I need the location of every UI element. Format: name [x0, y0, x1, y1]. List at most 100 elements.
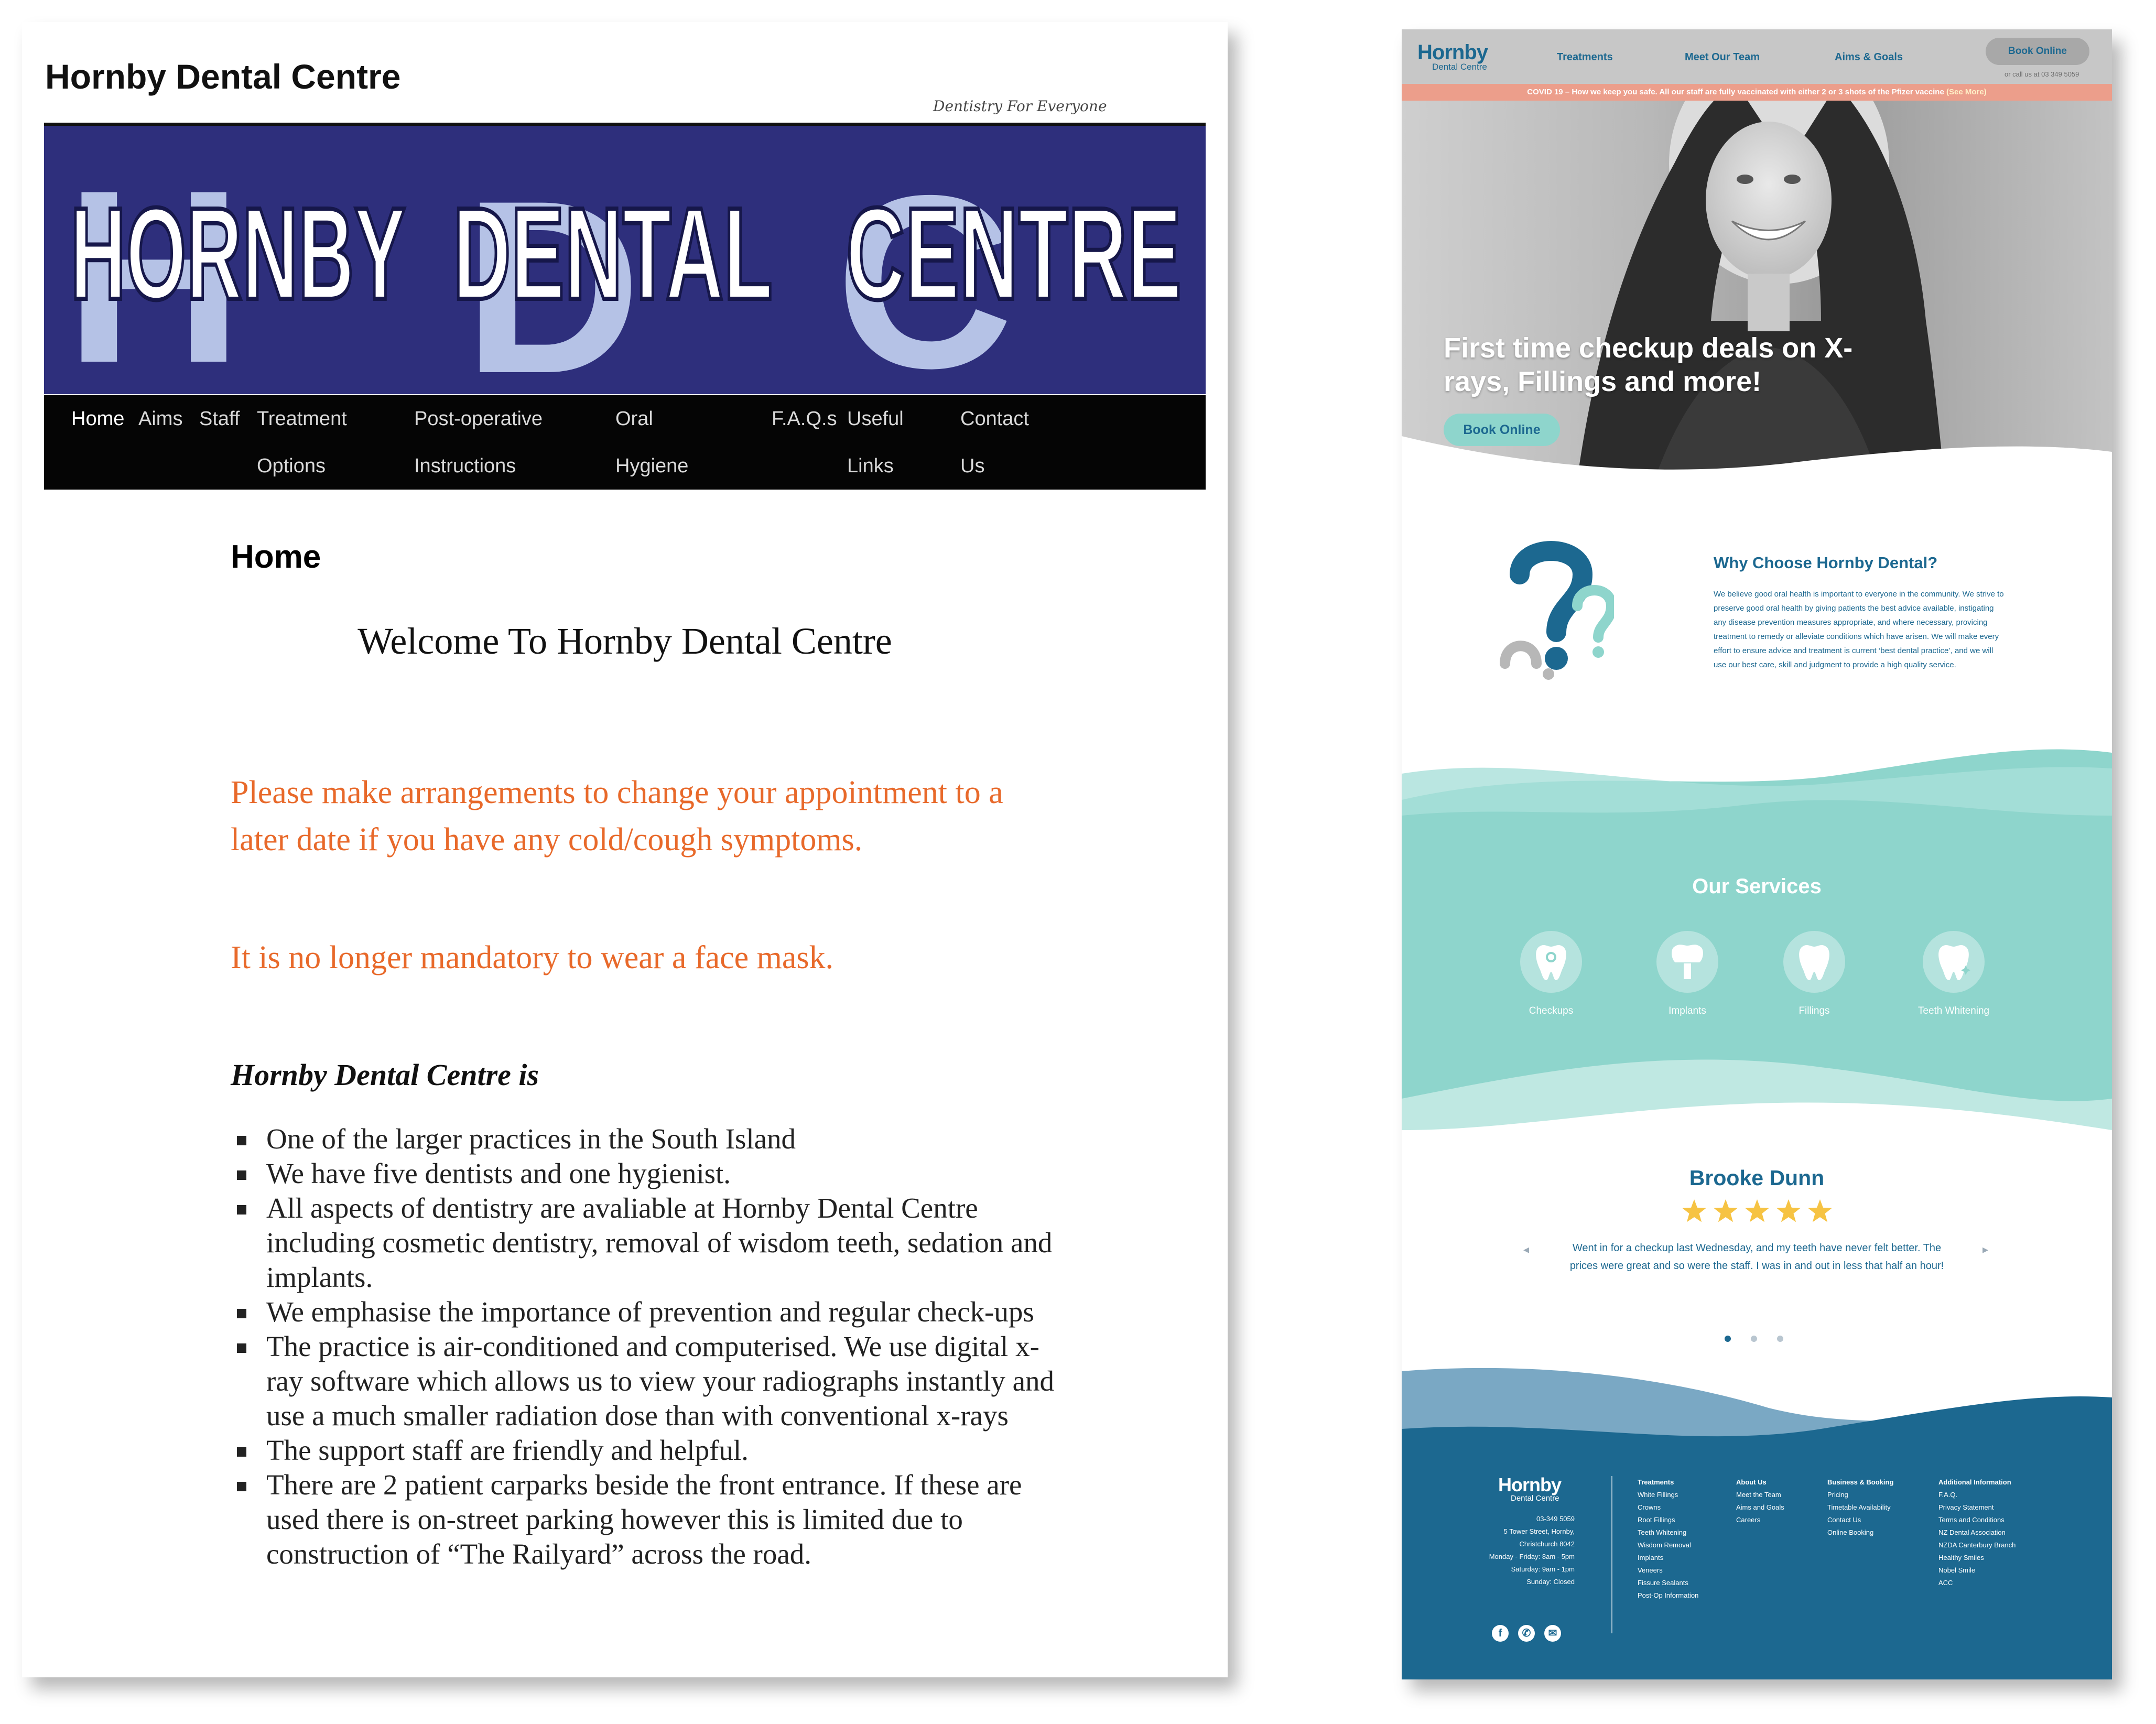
footer-link[interactable]: Nobel Smile	[1938, 1564, 2016, 1577]
list-item: The support staff are friendly and helpf…	[237, 1433, 1055, 1468]
page-heading: Home	[231, 539, 321, 575]
service-label: Implants	[1669, 1005, 1706, 1016]
footer-link[interactable]: Implants	[1638, 1552, 1698, 1564]
footer-link[interactable]: Contact Us	[1827, 1514, 1893, 1526]
nav-item-aims[interactable]: Aims	[138, 395, 182, 442]
footer-divider	[1611, 1476, 1612, 1633]
footer-col-about: About Us Meet the Team Aims and Goals Ca…	[1736, 1476, 1784, 1526]
footer-link[interactable]: Fissure Sealants	[1638, 1577, 1698, 1589]
hero-title: First time checkup deals on X-rays, Fill…	[1444, 332, 1853, 397]
welcome-heading: Welcome To Hornby Dental Centre	[357, 620, 892, 662]
nav-item-useful-links[interactable]: Useful Links	[847, 395, 904, 490]
review-next-arrow[interactable]: ▸	[1982, 1243, 1988, 1256]
tooth-checkup-icon	[1520, 931, 1582, 993]
list-item: We emphasise the importance of preventio…	[237, 1295, 1055, 1329]
logo[interactable]: Hornby	[1417, 41, 1488, 64]
star-icon	[1776, 1199, 1801, 1222]
footer-link[interactable]: Aims and Goals	[1736, 1501, 1784, 1514]
covid-see-more-link[interactable]: (See More)	[1946, 88, 1987, 96]
list-item: One of the larger practices in the South…	[237, 1122, 1055, 1156]
service-label: Teeth Whitening	[1917, 1005, 1990, 1016]
question-marks-illustration	[1500, 541, 1614, 680]
service-teeth-whitening[interactable]: Teeth Whitening	[1904, 931, 2003, 1017]
star-icon	[1745, 1199, 1769, 1222]
footer-link[interactable]: Timetable Availability	[1827, 1501, 1893, 1514]
footer-link[interactable]: Veneers	[1638, 1564, 1698, 1577]
tooth-sparkle-icon	[1923, 931, 1985, 993]
why-choose-text: We believe good oral health is important…	[1714, 590, 2004, 669]
banner-word-hornby: HORNBY	[70, 180, 406, 327]
footer-link[interactable]: Pricing	[1827, 1489, 1893, 1501]
phone-icon[interactable]: ✆	[1518, 1625, 1535, 1642]
list-item: The practice is air-conditioned and comp…	[237, 1329, 1055, 1433]
main-navigation: Home Aims Staff Treatment Options Post-op…	[44, 395, 1206, 490]
star-icon	[1682, 1199, 1706, 1222]
footer-link[interactable]: F.A.Q.	[1938, 1489, 2016, 1501]
nav-treatments[interactable]: Treatments	[1557, 51, 1613, 63]
nav-item-contact-us[interactable]: Contact Us	[960, 395, 1029, 490]
footer-col-treatments: Treatments White Fillings Crowns Root Fi…	[1638, 1476, 1698, 1602]
facebook-icon[interactable]: f	[1492, 1625, 1509, 1642]
email-icon[interactable]: ✉	[1544, 1625, 1561, 1642]
nav-item-treatment-options[interactable]: Treatment Options	[257, 395, 347, 490]
nav-item-home[interactable]: Home	[71, 395, 124, 442]
nav-item-oral-hygiene[interactable]: Oral Hygiene	[615, 395, 688, 490]
star-icon	[1808, 1199, 1832, 1222]
site-title: Hornby Dental Centre	[45, 57, 401, 96]
footer-logo-subtitle: Dental Centre	[1511, 1494, 1559, 1503]
nav-item-post-operative[interactable]: Post-operative Instructions	[414, 395, 543, 490]
banner-word-dental: DENTAL	[453, 180, 773, 327]
services-heading: Our Services	[1692, 875, 1822, 898]
call-text: or call us at 03 349 5059	[2005, 70, 2079, 78]
new-website-mockup: Hornby Dental Centre Treatments Meet Our…	[1402, 29, 2112, 1679]
service-label: Checkups	[1529, 1005, 1574, 1016]
service-checkups[interactable]: Checkups	[1501, 931, 1601, 1017]
footer-link[interactable]: Root Fillings	[1638, 1514, 1698, 1526]
covid-banner-text: COVID 19 – How we keep you safe. All our…	[1527, 88, 1944, 96]
review-rating-stars	[1682, 1199, 1832, 1222]
footer-link[interactable]: Careers	[1736, 1514, 1784, 1526]
footer-link[interactable]: ACC	[1938, 1577, 2016, 1589]
banner-logo-graphic: H D C HORNBY DENTAL CENTRE	[65, 139, 1184, 394]
tooth-implant-icon	[1656, 931, 1718, 993]
why-choose-heading: Why Choose Hornby Dental?	[1714, 554, 1938, 572]
nav-aims-goals[interactable]: Aims & Goals	[1835, 51, 1903, 63]
footer-link[interactable]: Healthy Smiles	[1938, 1552, 2016, 1564]
nav-item-staff[interactable]: Staff	[199, 395, 240, 442]
nav-meet-our-team[interactable]: Meet Our Team	[1685, 51, 1760, 63]
footer-link[interactable]: NZ Dental Association	[1938, 1526, 2016, 1539]
tooth-filling-icon	[1783, 931, 1845, 993]
covid-banner: COVID 19 – How we keep you safe. All our…	[1402, 84, 2112, 101]
footer-col-business: Business & Booking Pricing Timetable Ava…	[1827, 1476, 1893, 1539]
footer-link[interactable]: NZDA Canterbury Branch	[1938, 1539, 2016, 1552]
review-prev-arrow[interactable]: ◂	[1523, 1243, 1529, 1256]
footer-link[interactable]: Crowns	[1638, 1501, 1698, 1514]
review-text: Went in for a checkup last Wednesday, an…	[1569, 1242, 1944, 1272]
covid-notice: Please make arrangements to change your …	[231, 775, 1003, 858]
footer-link[interactable]: Teeth Whitening	[1638, 1526, 1698, 1539]
service-label: Fillings	[1799, 1005, 1830, 1016]
footer-link[interactable]: Wisdom Removal	[1638, 1539, 1698, 1552]
footer-link[interactable]: White Fillings	[1638, 1489, 1698, 1501]
review-author: Brooke Dunn	[1689, 1166, 1825, 1190]
hero-book-online-button[interactable]: Book Online	[1444, 414, 1560, 446]
list-item: All aspects of dentistry are avaliable a…	[237, 1191, 1055, 1295]
footer-link[interactable]: Post-Op Information	[1638, 1589, 1698, 1602]
footer-col-additional: Additional Information F.A.Q. Privacy St…	[1938, 1476, 2016, 1589]
nav-item-faqs[interactable]: F.A.Q.s	[772, 395, 837, 442]
site-tagline: Dentistry For Everyone	[933, 97, 1107, 115]
footer-link[interactable]: Terms and Conditions	[1938, 1514, 2016, 1526]
star-icon	[1714, 1199, 1738, 1222]
book-online-button[interactable]: Book Online	[1986, 38, 2089, 65]
mask-notice: It is no longer mandatory to wear a face…	[231, 940, 834, 975]
service-fillings[interactable]: Fillings	[1764, 931, 1864, 1017]
service-implants[interactable]: Implants	[1638, 931, 1737, 1017]
hero-section: First time checkup deals on X-rays, Fill…	[1402, 101, 2112, 499]
footer-link[interactable]: Privacy Statement	[1938, 1501, 2016, 1514]
footer-link[interactable]: Meet the Team	[1736, 1489, 1784, 1501]
list-item: We have five dentists and one hygienist.	[237, 1156, 1055, 1191]
logo-subtitle: Dental Centre	[1432, 62, 1487, 72]
footer-link[interactable]: Online Booking	[1827, 1526, 1893, 1539]
footer-logo[interactable]: Hornby	[1498, 1474, 1562, 1496]
header-banner: H D C HORNBY DENTAL CENTRE	[44, 123, 1206, 394]
